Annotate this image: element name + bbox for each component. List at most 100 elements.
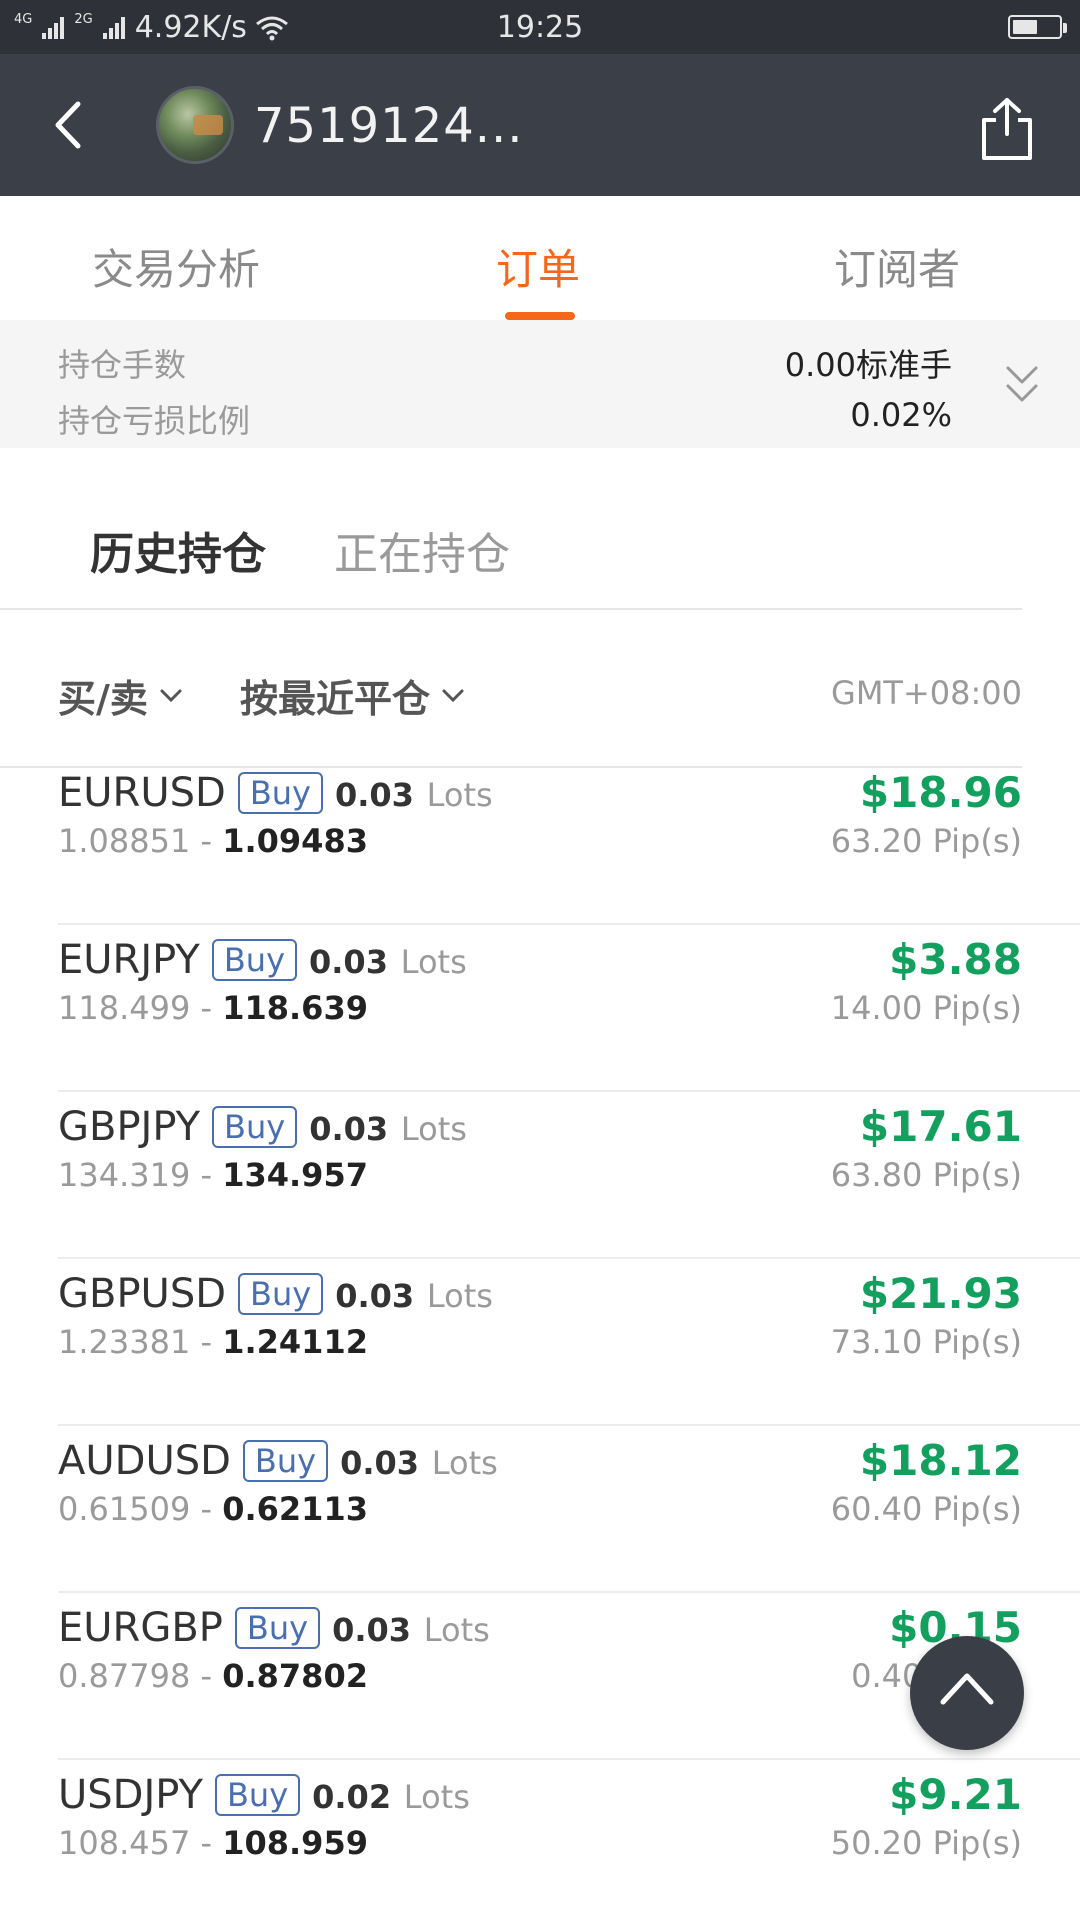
pl-ratio-value: 0.02% [850, 396, 952, 434]
order-lots-unit: Lots [403, 1778, 470, 1816]
price-separator: - [190, 989, 223, 1027]
price-separator: - [190, 822, 223, 860]
lots-value: 0.00标准手 [784, 346, 952, 384]
orders-list[interactable]: EURUSD Buy 0.03 Lots 1.08851 - 1.09483 $18.9… [0, 768, 1080, 1920]
order-row[interactable]: EURJPY Buy 0.03 Lots 118.499 - 118.639 $3.88… [58, 925, 1080, 1092]
order-profit: $18.96 [859, 768, 1022, 817]
battery-fill [1013, 20, 1037, 34]
double-chevron-down-icon[interactable] [1002, 362, 1042, 408]
side-badge: Buy [214, 1774, 301, 1816]
order-row[interactable]: USDJPY Buy 0.02 Lots 108.457 - 108.959 $9.21… [58, 1760, 1080, 1920]
position-summary[interactable]: 持仓手数 0.00标准手 持仓亏损比例 0.02% [0, 320, 1080, 448]
order-pips: 63.80 Pip(s) [830, 1156, 1022, 1194]
order-prices: 108.457 - 108.959 [58, 1824, 368, 1862]
pl-ratio-label: 持仓亏损比例 [58, 402, 251, 440]
avatar[interactable] [156, 86, 234, 164]
order-profit: $18.12 [859, 1436, 1022, 1485]
order-lots: 0.03 [332, 1611, 412, 1649]
order-pips: 14.00 Pip(s) [830, 989, 1022, 1027]
tab-orders[interactable]: 订单 [496, 236, 580, 297]
order-lots-unit: Lots [426, 1277, 493, 1315]
header: 7519124... [0, 54, 1080, 196]
open-price: 1.08851 [58, 822, 191, 860]
order-lots-unit: Lots [400, 1110, 467, 1148]
order-lots-unit: Lots [400, 943, 467, 981]
order-row[interactable]: EURUSD Buy 0.03 Lots 1.08851 - 1.09483 $18.9… [58, 768, 1080, 925]
order-symbol-line: EURJPY Buy 0.03 Lots [58, 937, 467, 983]
close-price: 1.09483 [222, 822, 368, 860]
order-lots: 0.03 [334, 776, 414, 814]
order-profit: $21.93 [859, 1269, 1022, 1318]
lots-label: 持仓手数 [58, 346, 187, 384]
order-symbol-line: GBPJPY Buy 0.03 Lots [58, 1104, 467, 1150]
price-separator: - [190, 1156, 223, 1194]
price-separator: - [190, 1824, 223, 1862]
order-lots: 0.03 [309, 1110, 389, 1148]
side-badge: Buy [242, 1440, 329, 1482]
order-prices: 1.08851 - 1.09483 [58, 822, 368, 860]
order-symbol: EURUSD [58, 770, 226, 816]
price-separator: - [190, 1323, 223, 1361]
side-filter-label: 买/卖 [58, 677, 148, 721]
sort-label: 按最近平仓 [240, 677, 431, 721]
order-symbol-line: AUDUSD Buy 0.03 Lots [58, 1438, 498, 1484]
status-bar: 4G 2G 4.92K/s 19:25 [0, 0, 1080, 54]
order-symbol: USDJPY [58, 1772, 203, 1818]
order-prices: 118.499 - 118.639 [58, 989, 368, 1027]
order-lots: 0.03 [340, 1444, 420, 1482]
order-profit: $3.88 [889, 935, 1022, 984]
open-price: 108.457 [58, 1824, 191, 1862]
scroll-to-top-button[interactable] [910, 1636, 1024, 1750]
tab-subscribers[interactable]: 订阅者 [834, 236, 960, 297]
chevron-up-icon [940, 1673, 994, 1705]
close-price: 0.87802 [222, 1657, 368, 1695]
side-badge: Buy [238, 1273, 324, 1315]
order-pips: 60.40 Pip(s) [830, 1490, 1022, 1528]
sort-dropdown[interactable]: 按最近平仓 [240, 668, 466, 723]
tab-history-positions[interactable]: 历史持仓 [90, 518, 266, 582]
username: 7519124... [254, 98, 524, 154]
position-subtabs: 历史持仓 正在持仓 [0, 448, 1080, 610]
order-prices: 134.319 - 134.957 [58, 1156, 368, 1194]
order-pips: 73.10 Pip(s) [830, 1323, 1022, 1361]
tab-trade-analysis[interactable]: 交易分析 [92, 236, 260, 297]
order-symbol: EURJPY [58, 937, 200, 983]
open-price: 0.61509 [58, 1490, 191, 1528]
open-price: 1.23381 [58, 1323, 191, 1361]
open-price: 118.499 [58, 989, 191, 1027]
close-price: 1.24112 [222, 1323, 368, 1361]
close-price: 134.957 [222, 1156, 368, 1194]
close-price: 108.959 [222, 1824, 368, 1862]
order-row[interactable]: GBPJPY Buy 0.03 Lots 134.319 - 134.957 $17.6… [58, 1092, 1080, 1259]
battery-icon [1008, 15, 1067, 39]
side-filter-dropdown[interactable]: 买/卖 [58, 668, 184, 723]
chevron-left-icon[interactable] [38, 90, 108, 160]
order-row[interactable]: GBPUSD Buy 0.03 Lots 1.23381 - 1.24112 $21.9… [58, 1259, 1080, 1426]
order-symbol: GBPUSD [58, 1271, 227, 1317]
side-badge: Buy [237, 772, 323, 814]
order-prices: 1.23381 - 1.24112 [58, 1323, 368, 1361]
open-price: 134.319 [58, 1156, 191, 1194]
price-separator: - [190, 1490, 223, 1528]
share-icon[interactable] [978, 96, 1036, 162]
order-lots-unit: Lots [423, 1611, 490, 1649]
close-price: 118.639 [222, 989, 368, 1027]
side-badge: Buy [211, 939, 297, 981]
order-symbol-line: GBPUSD Buy 0.03 Lots [58, 1271, 493, 1317]
chevron-down-icon [160, 689, 182, 702]
order-profit: $17.61 [859, 1102, 1022, 1151]
order-lots: 0.03 [309, 943, 388, 981]
tab-open-positions[interactable]: 正在持仓 [334, 518, 510, 582]
clock: 19:25 [496, 10, 584, 45]
timezone-label: GMT+08:00 [831, 674, 1022, 712]
order-symbol-line: EURUSD Buy 0.03 Lots [58, 770, 493, 816]
order-row[interactable]: AUDUSD Buy 0.03 Lots 0.61509 - 0.62113 $18.1… [58, 1426, 1080, 1593]
side-badge: Buy [212, 1106, 298, 1148]
order-symbol: EURGBP [58, 1605, 223, 1651]
order-symbol: AUDUSD [58, 1438, 231, 1484]
order-prices: 0.61509 - 0.62113 [58, 1490, 368, 1528]
order-lots-unit: Lots [426, 776, 493, 814]
order-profit: $9.21 [889, 1770, 1022, 1819]
filter-bar: 买/卖 按最近平仓 GMT+08:00 [0, 610, 1080, 768]
order-pips: 50.20 Pip(s) [830, 1824, 1022, 1862]
